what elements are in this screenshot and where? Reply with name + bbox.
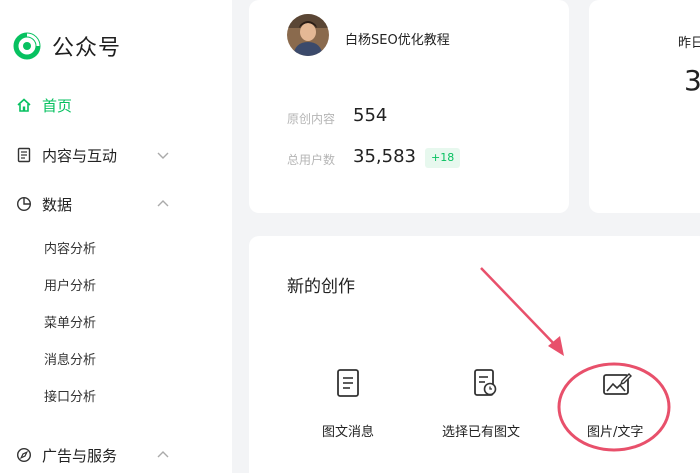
original-content-value: 554 <box>353 105 388 126</box>
users-delta-badge: +18 <box>425 148 461 168</box>
chevron-up-icon[interactable] <box>156 197 170 211</box>
create-article-button[interactable]: 图文消息 <box>313 368 385 440</box>
chevron-down-icon[interactable] <box>156 148 170 162</box>
create-section-title: 新的创作 <box>287 277 355 297</box>
compass-icon <box>16 447 32 463</box>
yesterday-label: 昨日 <box>678 36 700 51</box>
total-users-label: 总用户数 <box>287 153 336 167</box>
document-icon <box>337 369 359 397</box>
avatar-photo-icon <box>287 14 329 56</box>
nav-label-home: 首页 <box>42 96 73 115</box>
nav-label-ads: 广告与服务 <box>42 446 118 465</box>
wechat-mp-logo-icon <box>13 32 41 60</box>
select-existing-article-label: 选择已有图文 <box>442 425 521 440</box>
sidebar-item-user-analysis[interactable]: 用户分析 <box>44 275 96 295</box>
nav-item-home[interactable]: 首页 <box>16 92 216 118</box>
avatar[interactable] <box>287 14 329 56</box>
sidebar-item-menu-analysis[interactable]: 菜单分析 <box>44 312 96 332</box>
nav-item-content[interactable]: 内容与互动 <box>16 142 216 168</box>
create-article-label: 图文消息 <box>322 425 375 440</box>
sidebar-item-content-analysis[interactable]: 内容分析 <box>44 238 96 258</box>
image-edit-icon <box>603 373 632 395</box>
sidebar-item-api-analysis[interactable]: 接口分析 <box>44 386 96 406</box>
app-logo[interactable]: 公众号 <box>12 30 121 62</box>
create-image-text-button[interactable]: 图片/文字 <box>580 372 656 440</box>
account-name: 白杨SEO优化教程 <box>345 33 450 48</box>
create-image-text-label: 图片/文字 <box>587 425 644 440</box>
nav-label-data: 数据 <box>42 195 73 214</box>
original-content-label: 原创内容 <box>287 112 336 126</box>
total-users-value: 35,583 <box>353 146 416 167</box>
home-icon <box>17 98 31 112</box>
sidebar: 公众号 首页 内容与互动 数据 内容分析 用户分析 菜单分析 消息分析 接口分析… <box>0 0 232 473</box>
pie-chart-icon <box>16 196 32 212</box>
nav-item-data[interactable]: 数据 <box>16 191 216 217</box>
nav-label-content: 内容与互动 <box>42 146 118 165</box>
sidebar-item-message-analysis[interactable]: 消息分析 <box>44 349 96 369</box>
document-icon <box>17 147 31 163</box>
nav-item-ads[interactable]: 广告与服务 <box>16 442 216 468</box>
document-clock-icon <box>474 369 497 396</box>
yesterday-value: 3 <box>684 64 700 97</box>
select-existing-article-button[interactable]: 选择已有图文 <box>440 368 530 440</box>
app-title: 公众号 <box>52 36 122 61</box>
chevron-up-icon[interactable] <box>156 448 170 462</box>
